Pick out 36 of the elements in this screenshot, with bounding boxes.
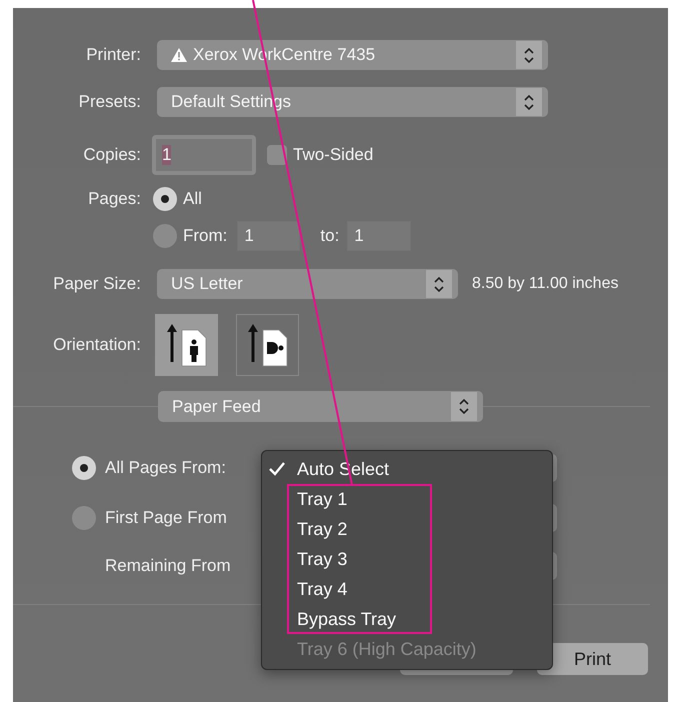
from-field[interactable]: 1 xyxy=(237,221,300,251)
landscape-icon xyxy=(246,322,288,368)
copies-field[interactable]: 1 xyxy=(152,135,256,175)
source-label: Remaining From xyxy=(105,556,231,576)
two-sided-label: Two-Sided xyxy=(293,145,374,165)
option-label: First Page From xyxy=(105,508,227,528)
pages-label: Pages: xyxy=(87,189,141,209)
orientation-button[interactable] xyxy=(236,314,299,376)
option-label: All Pages From: xyxy=(105,458,226,478)
menu-item[interactable]: Tray 4 xyxy=(297,578,348,600)
radio-button[interactable] xyxy=(153,187,177,211)
printer-label: Printer: xyxy=(85,45,141,65)
orientation-button[interactable] xyxy=(155,314,218,376)
portrait-icon xyxy=(166,322,208,368)
stepper-icon xyxy=(524,94,534,110)
menu-item[interactable]: Tray 3 xyxy=(297,548,348,570)
radio-button[interactable] xyxy=(72,456,96,480)
stepper-icon xyxy=(434,276,444,292)
radio-button[interactable] xyxy=(72,506,96,530)
to-label: to: xyxy=(320,226,340,246)
checkbox[interactable] xyxy=(267,145,287,165)
orientation-label: Orientation: xyxy=(52,335,141,355)
paper-dimensions: 8.50 by 11.00 inches xyxy=(472,275,618,293)
copies-label: Copies: xyxy=(82,145,141,165)
checkmark-icon xyxy=(268,461,286,477)
stepper-icon xyxy=(524,46,534,64)
menu-item[interactable]: Tray 1 xyxy=(297,488,348,510)
option-label: From: xyxy=(183,226,228,246)
option-label: All xyxy=(183,189,202,209)
paper-size-label: Paper Size: xyxy=(52,274,141,294)
presets-label: Presets: xyxy=(78,92,141,112)
to-field[interactable]: 1 xyxy=(347,221,412,251)
stepper-icon xyxy=(459,398,469,415)
radio-button[interactable] xyxy=(153,224,177,248)
menu-item[interactable]: Tray 2 xyxy=(297,518,348,540)
menu-item[interactable]: Bypass Tray xyxy=(297,608,396,630)
